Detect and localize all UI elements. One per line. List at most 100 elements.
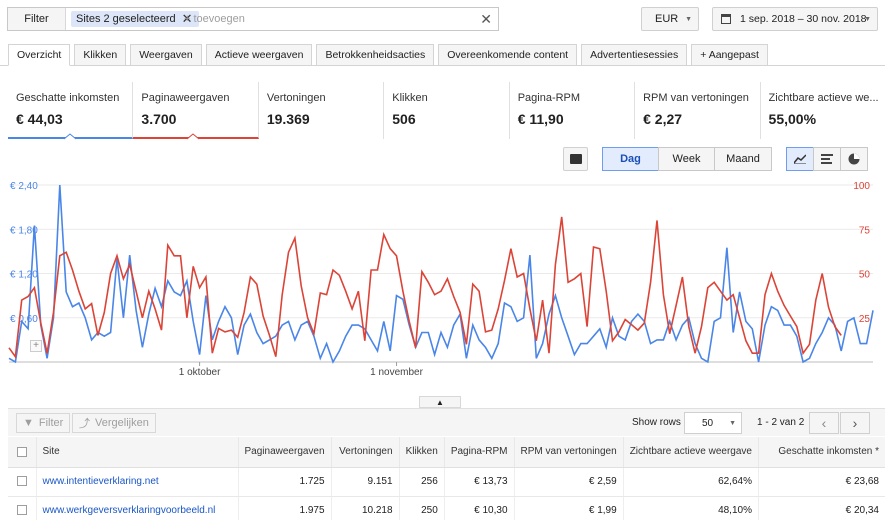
metric-card-paginaweergaven[interactable]: Paginaweergaven 3.700 (133, 82, 259, 139)
next-page-button[interactable]: › (840, 412, 870, 434)
site-filter-chip[interactable]: Sites 2 geselecteerd ✕ (71, 11, 199, 27)
zoom-plus-icon[interactable]: + (30, 340, 42, 352)
metric-label: RPM van vertoningen (643, 92, 749, 104)
prev-page-button[interactable]: ‹ (809, 412, 839, 434)
cell-klikken: 250 (399, 496, 445, 520)
rows-per-page-select[interactable]: 50 ▼ (684, 412, 742, 434)
y-right-tick-label: 100 (853, 181, 870, 192)
metric-value: 3.700 (141, 111, 177, 127)
row-select-cell[interactable] (8, 467, 37, 497)
chart-gridlines (9, 184, 873, 363)
tab-aangepast[interactable]: + Aangepast (691, 44, 768, 66)
chevron-down-icon: ▼ (864, 15, 871, 23)
date-range-picker[interactable]: 1 sep. 2018 – 30 nov. 2018 ▼ (712, 7, 878, 31)
row-checkbox[interactable] (16, 505, 27, 516)
cell-zichtbare-actieve-weergave: 62,64% (623, 467, 759, 497)
metric-card-geschatte-inkomsten[interactable]: Geschatte inkomsten € 44,03 (8, 82, 134, 139)
filter-button[interactable]: Filter (8, 8, 66, 30)
add-filter-input[interactable]: + toevoegen (184, 13, 245, 25)
tab-actieve-weergaven[interactable]: Actieve weergaven (205, 44, 313, 66)
table-row[interactable]: www.intentieverklaring.net 1.725 9.151 2… (8, 467, 885, 497)
metric-value: € 44,03 (16, 111, 63, 127)
pagination-info: 1 - 2 van 2 (757, 417, 805, 428)
tab-betrokkenheidsacties[interactable]: Betrokkenheidsacties (316, 44, 435, 66)
chevron-right-icon: › (852, 415, 858, 431)
site-link[interactable]: www.intentieverklaring.net (36, 467, 239, 497)
clear-filter-icon[interactable]: ✕ (480, 11, 492, 28)
calendar-icon (721, 14, 731, 24)
metric-card-vertoningen[interactable]: Vertoningen 19.369 (259, 82, 385, 139)
select-all-checkbox[interactable] (16, 446, 27, 457)
granularity-week-button[interactable]: Week (658, 147, 715, 171)
tab-overzicht[interactable]: Overzicht (8, 44, 71, 66)
chart-type-toggle (786, 147, 868, 171)
col-header-geschatte-inkomsten[interactable]: Geschatte inkomsten * (758, 437, 885, 468)
table-filter-button[interactable]: ▼ Filter (16, 413, 71, 433)
tab-advertentiesessies[interactable]: Advertentiesessies (581, 44, 688, 66)
compare-button[interactable]: ⤴ Vergelijken (72, 413, 156, 433)
cell-rpm-vertoningen: € 2,59 (514, 467, 624, 497)
chevron-left-icon: ‹ (821, 415, 827, 431)
chevron-down-icon: ▼ (685, 15, 692, 23)
granularity-month-button[interactable]: Maand (714, 147, 772, 171)
col-header-zichtbare-actieve-weergave[interactable]: Zichtbare actieve weergave (623, 437, 759, 468)
metric-label: Vertoningen (266, 92, 326, 104)
select-all-cell[interactable] (8, 437, 37, 468)
col-header-paginaweergaven[interactable]: Paginaweergaven (238, 437, 332, 468)
col-header-pagina-rpm[interactable]: Pagina-RPM (444, 437, 515, 468)
table-row[interactable]: www.werkgeversverklaringvoorbeeld.nl 1.9… (8, 496, 885, 520)
metric-value: 55,00% (768, 111, 817, 127)
annotation-button[interactable] (563, 147, 588, 171)
metric-value: 19.369 (266, 111, 310, 127)
filter-bar[interactable]: Filter Sites 2 geselecteerd ✕ + toevoege… (7, 7, 499, 31)
metric-label: Pagina-RPM (517, 92, 581, 104)
table-toolbar: ▼ Filter ⤴ Vergelijken Show rows 50 ▼ 1 … (8, 408, 885, 436)
site-link[interactable]: www.werkgeversverklaringvoorbeeld.nl (36, 496, 239, 520)
col-header-site[interactable]: Site (36, 437, 239, 468)
performance-line-chart[interactable]: € 2,40€ 1,80€ 1,20€ 0,60100755025 1 okto… (0, 175, 885, 380)
metric-label: Geschatte inkomsten (16, 92, 120, 104)
line-chart-icon (794, 154, 806, 164)
triangle-up-icon: ▲ (436, 397, 444, 407)
granularity-day-button[interactable]: Dag (602, 147, 659, 171)
compare-label: Vergelijken (95, 417, 149, 429)
collapse-chart-button[interactable]: ▲ (419, 396, 461, 408)
report-tabs: Overzicht Klikken Weergaven Actieve weer… (8, 44, 768, 66)
table-filter-label: Filter (38, 417, 64, 429)
tab-overeenkomende-content[interactable]: Overeenkomende content (438, 44, 578, 66)
metric-label: Paginaweergaven (141, 92, 230, 104)
caret-blue-icon (63, 133, 77, 140)
col-header-rpm-vertoningen[interactable]: RPM van vertoningen (514, 437, 624, 468)
y-right-tick-label: 75 (859, 225, 871, 236)
metric-card-pagina-rpm[interactable]: Pagina-RPM € 11,90 (510, 82, 636, 139)
compare-chart-icon: ⤴ (79, 418, 90, 430)
pie-chart-button[interactable] (840, 147, 868, 171)
tab-weergaven[interactable]: Weergaven (130, 44, 202, 66)
metric-card-zichtbare-actieve-weergave[interactable]: Zichtbare actieve we... 55,00% (761, 82, 885, 139)
col-header-vertoningen[interactable]: Vertoningen (331, 437, 400, 468)
chart-x-axis-labels: 1 oktober 1 november (179, 362, 424, 378)
site-filter-chip-label: Sites 2 geselecteerd (76, 13, 176, 25)
metric-card-klikken[interactable]: Klikken 506 (384, 82, 510, 139)
currency-select[interactable]: EUR ▼ (641, 7, 699, 31)
tab-klikken[interactable]: Klikken (74, 44, 127, 66)
sites-table: Site Paginaweergaven Vertoningen Klikken… (8, 437, 885, 520)
caret-red-icon (186, 133, 200, 140)
metric-value: 506 (392, 111, 416, 127)
date-range-label: 1 sep. 2018 – 30 nov. 2018 (740, 13, 867, 25)
show-rows-label: Show rows (632, 417, 681, 428)
row-checkbox[interactable] (16, 476, 27, 487)
cell-rpm-vertoningen: € 1,99 (514, 496, 624, 520)
metric-label: Klikken (392, 92, 428, 104)
metric-card-rpm-vertoningen[interactable]: RPM van vertoningen € 2,27 (635, 82, 761, 139)
x-tick-label: 1 oktober (179, 367, 221, 378)
y-left-tick-label: € 1,20 (10, 270, 38, 281)
col-header-klikken[interactable]: Klikken (399, 437, 445, 468)
bar-chart-button[interactable] (813, 147, 841, 171)
metric-label: Zichtbare actieve we... (768, 92, 879, 104)
x-tick-label: 1 november (370, 367, 423, 378)
cell-geschatte-inkomsten: € 20,34 (758, 496, 885, 520)
row-select-cell[interactable] (8, 496, 37, 520)
line-chart-button[interactable] (786, 147, 814, 171)
y-left-tick-label: € 2,40 (10, 181, 38, 192)
